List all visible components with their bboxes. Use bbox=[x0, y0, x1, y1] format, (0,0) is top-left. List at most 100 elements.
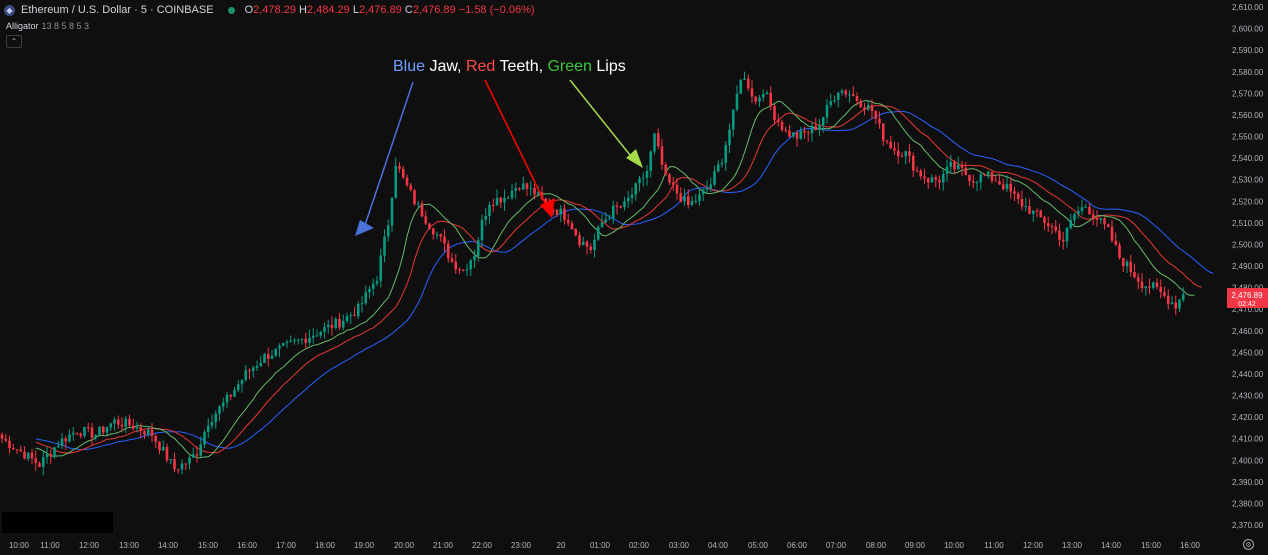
x-tick-label: 08:00 bbox=[866, 541, 887, 550]
candle-body bbox=[173, 458, 176, 470]
candle-body bbox=[454, 261, 458, 270]
candle-body bbox=[735, 93, 739, 110]
candle-body bbox=[1020, 199, 1024, 207]
candle-body bbox=[210, 421, 214, 426]
candle-body bbox=[698, 194, 701, 201]
candle-body bbox=[491, 204, 495, 206]
candle-body bbox=[394, 166, 398, 198]
candle-body bbox=[195, 454, 199, 456]
candle-body bbox=[446, 243, 450, 259]
candle-body bbox=[904, 151, 908, 157]
candle-body bbox=[431, 228, 435, 235]
candle-body bbox=[829, 101, 833, 105]
candle-body bbox=[19, 449, 23, 452]
candle-body bbox=[866, 105, 870, 110]
candle-body bbox=[15, 449, 19, 451]
candle-body bbox=[746, 78, 750, 89]
candle-body bbox=[1103, 218, 1106, 225]
settings-icon[interactable]: ⚙ bbox=[1243, 539, 1254, 550]
candle-body bbox=[510, 190, 514, 198]
candle-body bbox=[165, 447, 169, 461]
candle-body bbox=[979, 174, 983, 183]
x-tick-label: 01:00 bbox=[590, 541, 611, 550]
candle-body bbox=[679, 193, 683, 202]
candle-body bbox=[1069, 220, 1073, 228]
candle-body bbox=[413, 190, 416, 205]
candle-body bbox=[529, 187, 533, 189]
candle-body bbox=[814, 125, 818, 130]
candle-body bbox=[803, 130, 806, 133]
candle-body bbox=[660, 146, 664, 165]
symbol-title[interactable]: Ethereum / U.S. Dollar · 5 · COINBASE bbox=[21, 4, 214, 16]
candle-body bbox=[405, 177, 409, 186]
candle-body bbox=[1091, 214, 1095, 219]
candle-body bbox=[26, 452, 30, 459]
x-tick-label: 03:00 bbox=[669, 541, 690, 550]
candle-body bbox=[469, 260, 473, 270]
x-tick-label: 02:00 bbox=[629, 541, 650, 550]
candle-body bbox=[818, 125, 821, 130]
price-chart[interactable]: 2,610.00 2,600.00 2,590.00 2,580.00 2,570.00… bbox=[0, 0, 1268, 555]
candle-body bbox=[885, 140, 889, 142]
collapse-legend-button[interactable]: ⌃ bbox=[6, 35, 22, 48]
indicator-legend[interactable]: Alligator 13 8 5 8 5 3 bbox=[6, 21, 89, 31]
candle-body bbox=[341, 321, 345, 328]
candle-body bbox=[1043, 217, 1046, 224]
blue-arrow-line bbox=[363, 81, 414, 229]
candle-body bbox=[934, 177, 938, 180]
candle-body bbox=[56, 445, 60, 448]
candle-body bbox=[671, 182, 675, 185]
candle-body bbox=[424, 216, 428, 224]
candle-body bbox=[266, 354, 270, 359]
candle-body bbox=[308, 337, 311, 343]
candle-body bbox=[964, 167, 968, 175]
candle-body bbox=[1178, 299, 1181, 309]
teeth-line bbox=[35, 104, 1203, 454]
candle-body bbox=[240, 379, 244, 385]
x-tick-label: 14:00 bbox=[158, 541, 179, 550]
x-tick-label: 18:00 bbox=[315, 541, 336, 550]
candle-body bbox=[930, 177, 934, 183]
candle-body bbox=[225, 394, 229, 403]
y-tick-label: 2,610.00 bbox=[1232, 3, 1264, 12]
candle-body bbox=[120, 424, 124, 427]
green-arrow-head bbox=[626, 149, 643, 168]
candle-body bbox=[255, 366, 259, 368]
candle-body bbox=[724, 145, 728, 163]
candle-body bbox=[1118, 244, 1121, 259]
candle-body bbox=[776, 119, 780, 122]
candle-body bbox=[608, 218, 611, 220]
candle-body bbox=[45, 454, 49, 458]
candle-body bbox=[1136, 277, 1140, 282]
candle-body bbox=[683, 196, 686, 202]
candle-body bbox=[68, 434, 71, 442]
x-tick-label: 09:00 bbox=[905, 541, 926, 550]
candle-body bbox=[1001, 184, 1005, 190]
candle-body bbox=[435, 234, 439, 236]
candle-body bbox=[8, 440, 11, 448]
candle-body bbox=[900, 155, 904, 157]
ohlc-values: O2,478.29 H2,484.29 L2,476.89 C2,476.89 … bbox=[244, 4, 535, 16]
candle-body bbox=[1166, 295, 1170, 304]
candle-body bbox=[244, 370, 248, 380]
candle-body bbox=[79, 433, 83, 436]
candle-body bbox=[559, 208, 563, 215]
candle-body bbox=[1129, 261, 1133, 272]
candle-body bbox=[1133, 271, 1136, 278]
candle-body bbox=[503, 197, 506, 203]
indicator-params: 13 8 5 8 5 3 bbox=[41, 21, 90, 31]
candle-body bbox=[1080, 207, 1084, 212]
candle-body bbox=[611, 205, 615, 219]
candle-body bbox=[926, 178, 930, 183]
candle-body bbox=[461, 269, 465, 271]
candle-body bbox=[293, 340, 296, 342]
candle-body bbox=[30, 452, 34, 459]
candle-body bbox=[709, 184, 713, 189]
y-tick-label: 2,600.00 bbox=[1232, 25, 1264, 34]
candle-body bbox=[825, 104, 829, 118]
candle-body bbox=[488, 204, 491, 216]
candle-body bbox=[739, 79, 743, 94]
candle-body bbox=[1144, 286, 1148, 289]
candle-body bbox=[720, 162, 724, 165]
candle-body bbox=[754, 96, 758, 102]
